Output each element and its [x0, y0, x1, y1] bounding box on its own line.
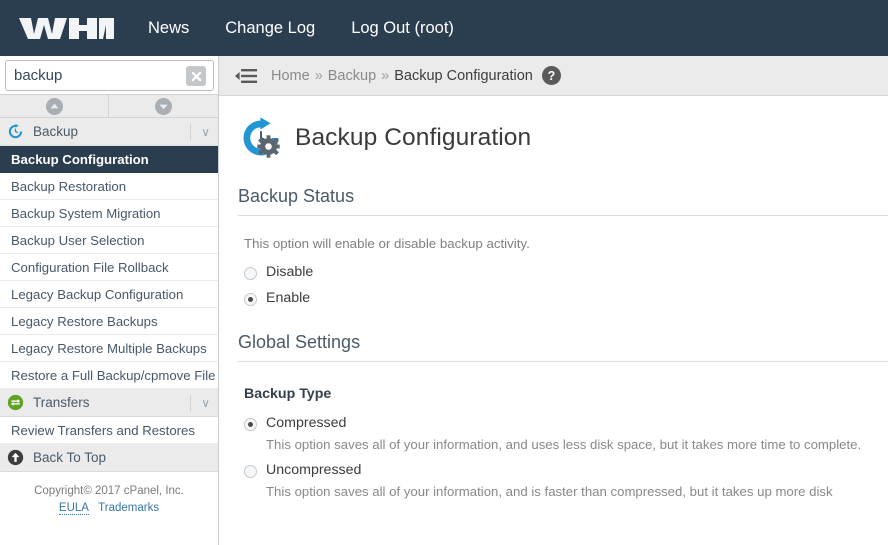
sidebar-item-backup-restoration[interactable]: Backup Restoration — [0, 173, 218, 200]
breadcrumb-item-backup[interactable]: Backup — [328, 68, 376, 84]
page-header: Backup Configuration — [238, 115, 888, 161]
nav-link-log-out[interactable]: Log Out (root) — [341, 13, 464, 44]
compressed-description: This option saves all of your informatio… — [266, 437, 862, 452]
sidebar-item-restore-full-backup[interactable]: Restore a Full Backup/cpmove File — [0, 362, 218, 389]
radio-label-uncompressed: Uncompressed — [266, 462, 362, 478]
breadcrumb-item-home[interactable]: Home — [271, 68, 310, 84]
backup-restore-clock-icon — [6, 123, 24, 141]
radio-option-enable[interactable]: Enable — [244, 290, 888, 307]
back-to-top-label: Back To Top — [33, 450, 107, 465]
backup-configuration-gear-icon — [238, 115, 284, 161]
chevron-down-circle-icon[interactable] — [109, 95, 218, 117]
nav-link-news[interactable]: News — [138, 13, 199, 44]
search-input[interactable] — [5, 60, 214, 91]
radio-label-enable: Enable — [266, 290, 311, 306]
sidebar-item-legacy-restore-backups[interactable]: Legacy Restore Backups — [0, 308, 218, 335]
breadcrumb-separator: » — [381, 67, 390, 84]
section-heading-global-settings: Global Settings — [238, 332, 888, 362]
chevron-up-circle-icon[interactable] — [0, 95, 109, 117]
radio-option-disable[interactable]: Disable — [244, 264, 888, 281]
sidebar-group-backup[interactable]: Backup ∨ — [0, 118, 218, 146]
whm-logo[interactable] — [17, 15, 114, 41]
top-navigation-bar: News Change Log Log Out (root) — [0, 0, 888, 56]
backup-status-description: This option will enable or disable backu… — [244, 236, 530, 251]
back-to-top-button[interactable]: Back To Top — [0, 444, 218, 472]
sidebar-pager — [0, 94, 218, 118]
main-content: Backup Configuration Backup Status This … — [219, 97, 888, 545]
footer-links: EULA Trademarks — [0, 500, 218, 516]
radio-disable[interactable] — [244, 267, 257, 280]
sidebar: Backup ∨ Backup Configuration Backup Res… — [0, 56, 219, 545]
radio-label-disable: Disable — [266, 264, 314, 280]
sidebar-group-transfers[interactable]: Transfers ∨ — [0, 389, 218, 417]
radio-option-compressed[interactable]: Compressed — [244, 415, 888, 432]
page-title: Backup Configuration — [295, 124, 532, 151]
sidebar-item-legacy-restore-multiple-backups[interactable]: Legacy Restore Multiple Backups — [0, 335, 218, 362]
collapse-menu-icon[interactable] — [235, 68, 257, 84]
svg-text:?: ? — [548, 69, 556, 83]
nav-link-change-log[interactable]: Change Log — [215, 13, 325, 44]
radio-option-uncompressed[interactable]: Uncompressed — [244, 462, 888, 479]
chevron-down-icon[interactable]: ∨ — [190, 123, 210, 140]
breadcrumb-item-current: Backup Configuration — [394, 67, 533, 84]
sidebar-item-configuration-file-rollback[interactable]: Configuration File Rollback — [0, 254, 218, 281]
eula-link[interactable]: EULA — [58, 502, 89, 515]
radio-label-compressed: Compressed — [266, 415, 347, 431]
help-circle-icon[interactable]: ? — [541, 66, 561, 85]
chevron-down-icon[interactable]: ∨ — [190, 394, 210, 411]
copyright-text: Copyright© 2017 cPanel, Inc. — [34, 485, 184, 497]
sidebar-item-backup-system-migration[interactable]: Backup System Migration — [0, 200, 218, 227]
radio-enable[interactable] — [244, 293, 257, 306]
radio-compressed[interactable] — [244, 418, 257, 431]
uncompressed-description: This option saves all of your informatio… — [266, 484, 833, 499]
sidebar-group-label: Transfers — [33, 395, 90, 410]
sidebar-item-review-transfers-and-restores[interactable]: Review Transfers and Restores — [0, 417, 218, 444]
trademarks-link[interactable]: Trademarks — [98, 502, 159, 514]
sidebar-search-area — [0, 56, 218, 94]
sidebar-footer: Copyright© 2017 cPanel, Inc. EULA Tradem… — [0, 472, 218, 516]
sidebar-nav-list: Backup ∨ Backup Configuration Backup Res… — [0, 118, 218, 472]
breadcrumb-bar: Home » Backup » Backup Configuration ? — [219, 56, 888, 96]
section-heading-backup-status: Backup Status — [238, 186, 888, 216]
clear-x-icon[interactable] — [186, 66, 206, 86]
sidebar-group-label: Backup — [33, 124, 79, 139]
breadcrumb: Home » Backup » Backup Configuration — [271, 68, 533, 84]
radio-uncompressed[interactable] — [244, 465, 257, 478]
sidebar-item-legacy-backup-configuration[interactable]: Legacy Backup Configuration — [0, 281, 218, 308]
arrow-up-circle-icon — [6, 449, 24, 467]
sidebar-item-backup-user-selection[interactable]: Backup User Selection — [0, 227, 218, 254]
subheading-backup-type: Backup Type — [244, 386, 332, 402]
transfers-arrows-icon — [6, 394, 24, 412]
breadcrumb-separator: » — [314, 67, 323, 84]
sidebar-item-backup-configuration[interactable]: Backup Configuration — [0, 146, 218, 173]
